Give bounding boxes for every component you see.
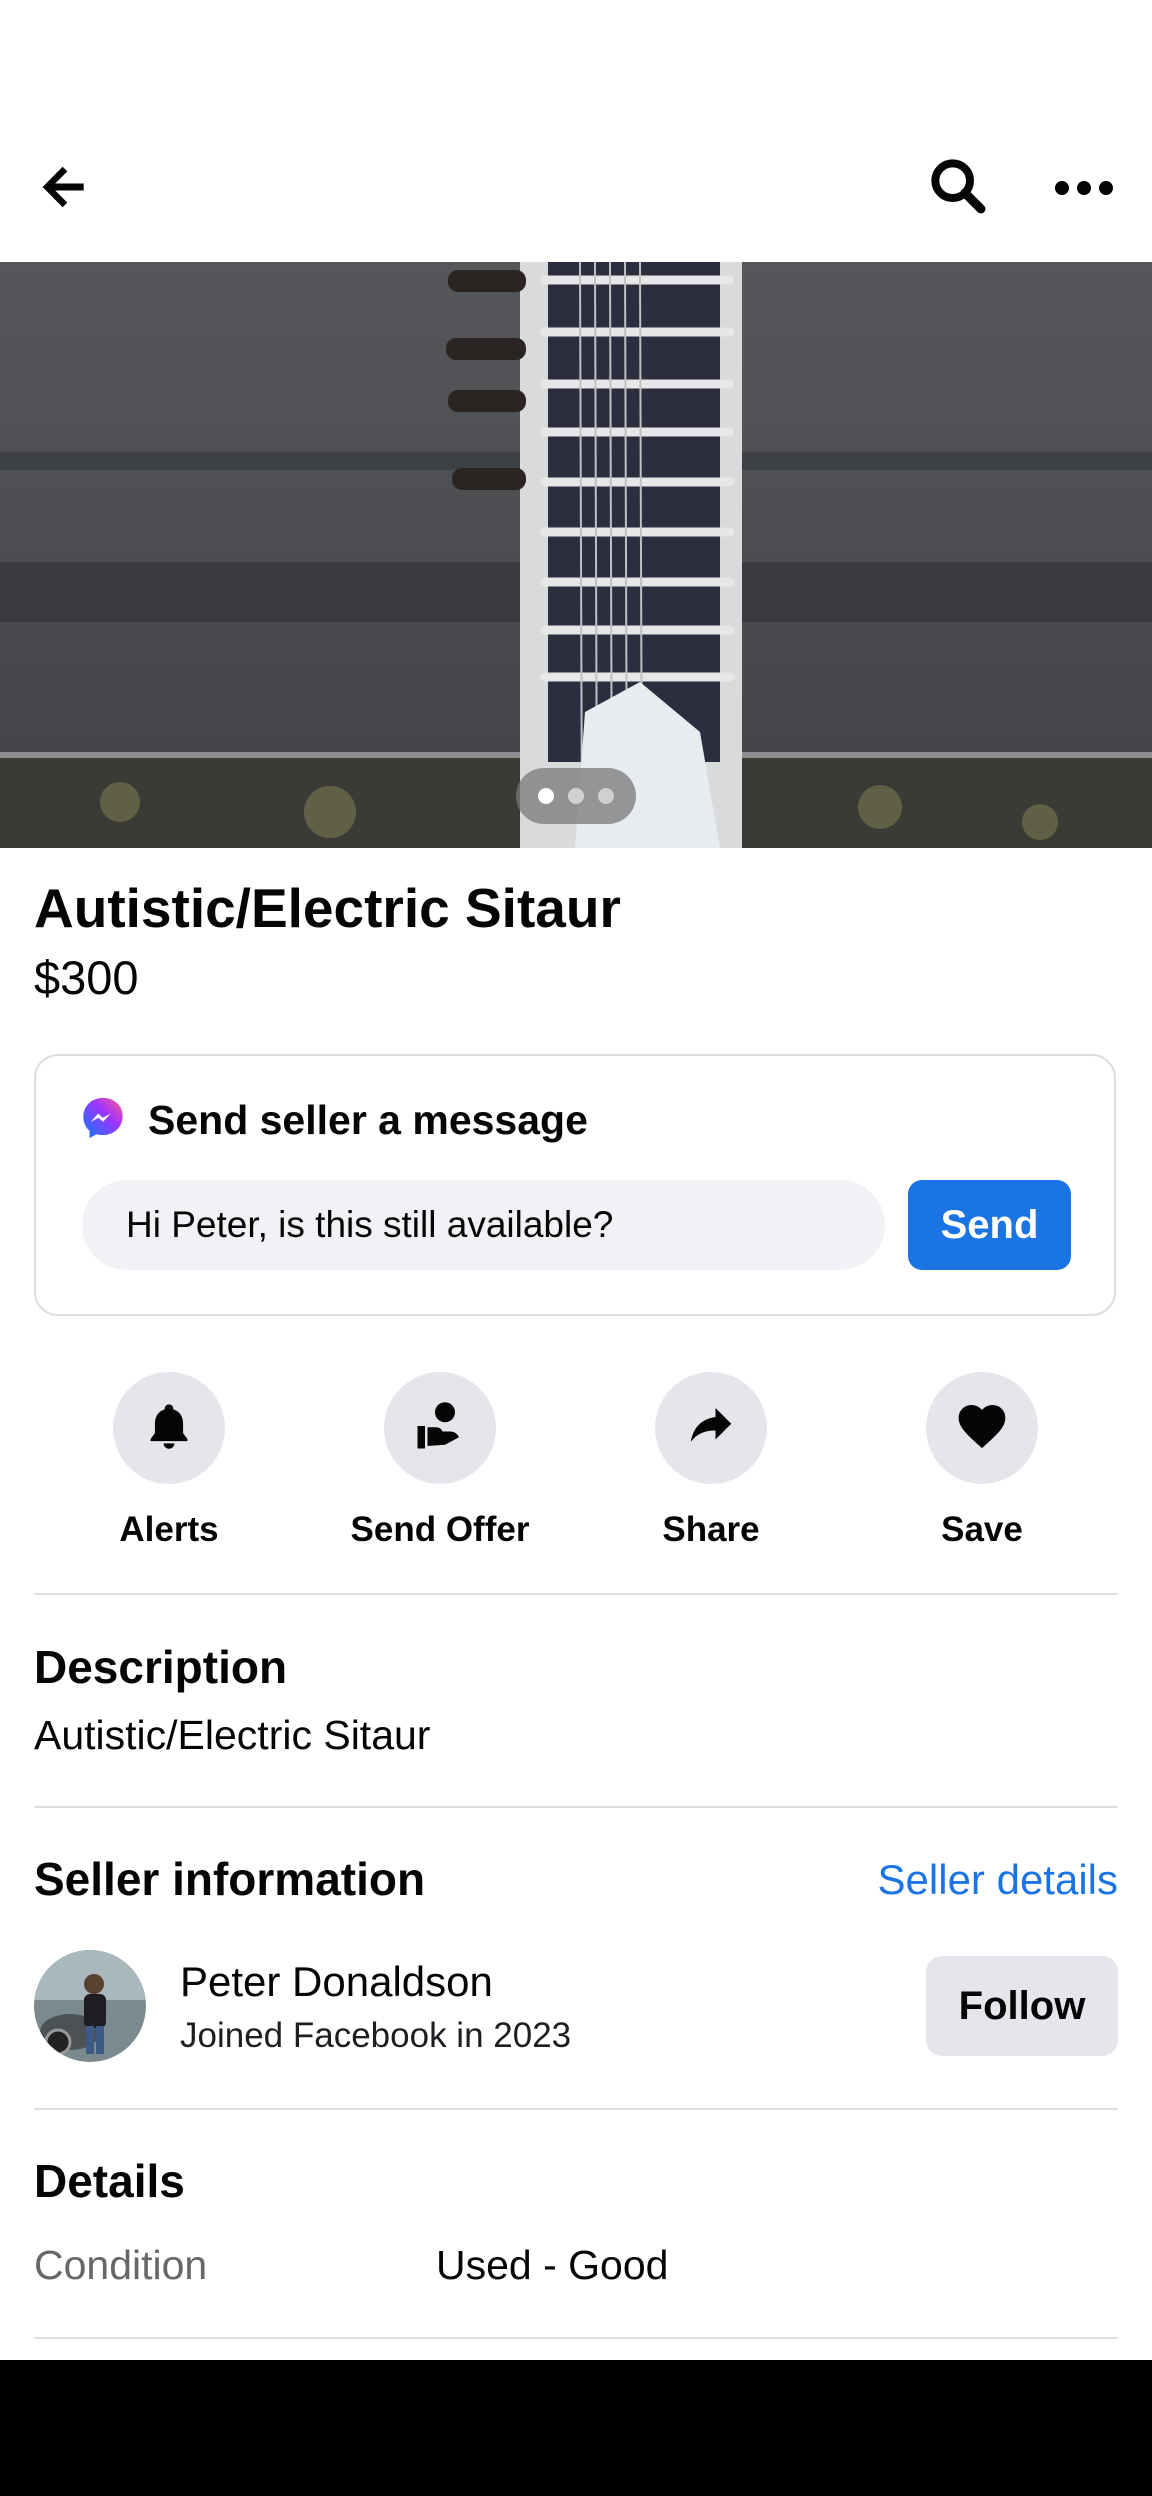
divider	[34, 2108, 1118, 2110]
save-circle	[926, 1372, 1038, 1484]
send-offer-circle	[384, 1372, 496, 1484]
details-heading: Details	[34, 2155, 185, 2207]
listing-title: Autistic/Electric Sitaur	[34, 877, 621, 939]
message-input[interactable]	[82, 1180, 885, 1270]
divider	[34, 2337, 1118, 2339]
alerts-label: Alerts	[119, 1510, 219, 1549]
send-offer-button[interactable]: Send Offer	[340, 1372, 540, 1550]
more-options-icon[interactable]	[1046, 158, 1122, 218]
share-arrow-icon	[684, 1399, 738, 1458]
pager-dot-active	[538, 788, 554, 804]
save-label: Save	[941, 1510, 1023, 1549]
send-offer-label: Send Offer	[350, 1510, 530, 1549]
message-card-title: Send seller a message	[148, 1097, 588, 1143]
seller-info-heading: Seller information	[34, 1853, 426, 1905]
back-arrow-icon[interactable]	[30, 152, 100, 222]
alerts-circle	[113, 1372, 225, 1484]
top-bar	[0, 0, 1152, 262]
search-icon[interactable]	[922, 150, 994, 222]
seller-avatar[interactable]	[34, 1950, 146, 2062]
heart-icon	[954, 1398, 1010, 1459]
follow-button[interactable]: Follow	[926, 1956, 1118, 2056]
offer-hand-icon	[410, 1396, 470, 1461]
listing-price: $300	[34, 951, 139, 1004]
share-label: Share	[662, 1510, 760, 1549]
seller-name[interactable]: Peter Donaldson	[180, 1958, 493, 2006]
description-text: Autistic/Electric Sitaur	[34, 1712, 431, 1758]
messenger-icon	[80, 1095, 126, 1146]
seller-details-link[interactable]: Seller details	[878, 1856, 1118, 1904]
description-heading: Description	[34, 1641, 288, 1693]
send-button[interactable]: Send	[908, 1180, 1071, 1270]
pager-dot	[598, 788, 614, 804]
bell-icon	[143, 1400, 195, 1457]
condition-label: Condition	[34, 2242, 208, 2288]
save-button[interactable]: Save	[882, 1372, 1082, 1550]
share-button[interactable]: Share	[611, 1372, 811, 1550]
divider	[34, 1593, 1118, 1595]
divider	[34, 1806, 1118, 1808]
pager-dot	[568, 788, 584, 804]
condition-value: Used - Good	[436, 2242, 669, 2288]
photo-pager[interactable]	[516, 768, 636, 824]
listing-photo[interactable]	[0, 262, 1152, 848]
message-card-header: Send seller a message	[80, 1095, 588, 1146]
system-navigation-bar	[0, 2360, 1152, 2496]
share-circle	[655, 1372, 767, 1484]
alerts-button[interactable]: Alerts	[69, 1372, 269, 1550]
seller-joined: Joined Facebook in 2023	[180, 2016, 572, 2055]
